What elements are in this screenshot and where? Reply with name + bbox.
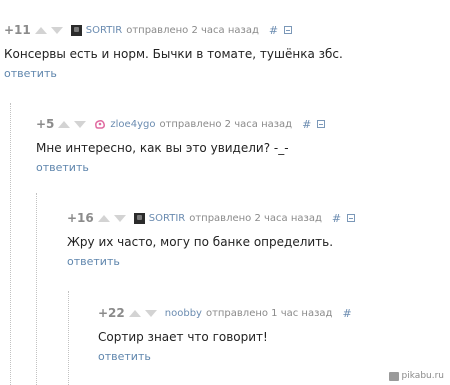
timestamp: отправлено 2 часа назад: [159, 118, 293, 130]
upvote-arrow-icon[interactable]: [97, 214, 110, 222]
timestamp: отправлено 1 час назад: [205, 307, 333, 319]
permalink-hash[interactable]: #: [342, 307, 351, 320]
upvote-arrow-icon[interactable]: [58, 120, 71, 128]
reply-link[interactable]: ответить: [36, 161, 89, 174]
rating: +5: [36, 117, 55, 131]
username-link[interactable]: SORTIR: [86, 25, 122, 36]
timestamp: отправлено 2 часа назад: [189, 212, 322, 224]
comment-header: +16 SORTIR отправлено 2 часа назад #: [67, 210, 356, 226]
rating: +16: [67, 211, 94, 225]
watermark-text: pikabu.ru: [401, 371, 444, 381]
rating: +11: [4, 23, 31, 37]
reply-link[interactable]: ответить: [4, 67, 57, 80]
thread-line-level-3: [68, 291, 69, 385]
thread-line-level-1: [10, 103, 11, 385]
reply-link[interactable]: ответить: [98, 350, 151, 363]
comment-text: Сортир знает что говорит!: [98, 330, 268, 344]
comment-text: Консервы есть и норм. Бычки в томате, ту…: [4, 47, 343, 61]
username-link[interactable]: SORTIR: [149, 213, 185, 224]
username-link[interactable]: noobby: [165, 308, 202, 319]
comment-header: +22 noobby отправлено 1 час назад #: [98, 305, 358, 321]
thread-line-level-2: [36, 193, 37, 385]
permalink-hash[interactable]: #: [332, 212, 341, 225]
collapse-icon[interactable]: [284, 26, 293, 34]
comment-header: +5 zloe4ygo отправлено 2 часа назад #: [36, 116, 326, 132]
comments-page: { "comments": [ { "rating": "+11", "user…: [0, 0, 450, 385]
downvote-arrow-icon[interactable]: [50, 26, 63, 34]
collapse-icon[interactable]: [347, 214, 356, 222]
comment-text: Мне интересно, как вы это увидели? -_-: [36, 141, 289, 155]
permalink-hash[interactable]: #: [302, 118, 311, 131]
username-link[interactable]: zloe4ygo: [110, 119, 155, 130]
avatar[interactable]: [133, 212, 145, 224]
upvote-arrow-icon[interactable]: [128, 309, 141, 317]
reply-link[interactable]: ответить: [67, 255, 120, 268]
downvote-arrow-icon[interactable]: [74, 120, 87, 128]
comment-header: +11 SORTIR отправлено 2 часа назад #: [4, 22, 293, 38]
permalink-hash[interactable]: #: [269, 24, 278, 37]
timestamp: отправлено 2 часа назад: [126, 24, 259, 36]
collapse-icon[interactable]: [317, 120, 326, 128]
pikabu-logo-icon: [388, 371, 399, 381]
rating: +22: [98, 306, 125, 320]
avatar[interactable]: [70, 24, 82, 36]
site-watermark: pikabu.ru: [388, 371, 444, 381]
comment-text: Жру их часто, могу по банке определить.: [67, 235, 334, 249]
avatar[interactable]: [94, 119, 106, 130]
downvote-arrow-icon[interactable]: [144, 309, 157, 317]
downvote-arrow-icon[interactable]: [113, 214, 126, 222]
upvote-arrow-icon[interactable]: [34, 26, 47, 34]
